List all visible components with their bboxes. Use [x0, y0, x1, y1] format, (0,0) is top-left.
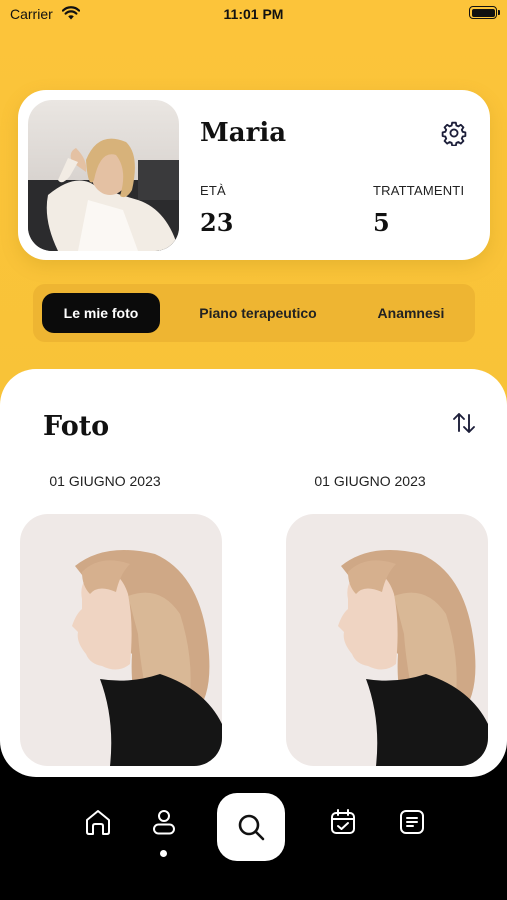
status-time: 11:01 PM	[223, 6, 284, 22]
photo-date: 01 GIUGNO 2023	[314, 473, 426, 489]
portrait-photo	[20, 514, 222, 766]
tab-piano-terapeutico[interactable]: Piano terapeutico	[177, 293, 339, 333]
status-bar: Carrier 11:01 PM	[0, 0, 507, 30]
calendar-check-icon[interactable]	[328, 807, 358, 837]
profile-name: Maria	[200, 118, 287, 148]
sort-arrows-icon[interactable]	[450, 409, 478, 437]
app-screen: Carrier 11:01 PM Maria ETÀ 23 TRATTAMENT…	[0, 0, 507, 900]
photos-panel: Foto 01 GIUGNO 2023 01 GIUGNO 2023	[0, 369, 507, 777]
avatar[interactable]	[28, 100, 179, 251]
gear-icon[interactable]	[441, 120, 467, 146]
list-icon[interactable]	[397, 807, 427, 837]
section-title: Foto	[43, 411, 110, 442]
avatar-photo	[28, 100, 179, 251]
search-button[interactable]	[217, 793, 285, 861]
portrait-photo	[286, 514, 488, 766]
battery-icon	[469, 6, 500, 19]
tab-anamnesi[interactable]: Anamnesi	[355, 293, 467, 333]
home-icon[interactable]	[83, 807, 113, 837]
profile-icon[interactable]	[149, 807, 179, 837]
age-value: 23	[200, 208, 234, 237]
age-label: ETÀ	[200, 183, 226, 198]
treatments-value: 5	[373, 208, 390, 237]
tab-le-mie-foto[interactable]: Le mie foto	[42, 293, 160, 333]
search-icon	[238, 814, 265, 841]
photo-date: 01 GIUGNO 2023	[49, 473, 161, 489]
treatments-label: TRATTAMENTI	[373, 183, 465, 198]
segmented-tabs: Le mie foto Piano terapeutico Anamnesi	[33, 284, 475, 342]
profile-card: Maria ETÀ 23 TRATTAMENTI 5	[18, 90, 490, 260]
photo-card[interactable]	[286, 514, 488, 766]
photo-card[interactable]	[20, 514, 222, 766]
active-tab-indicator	[160, 850, 167, 857]
